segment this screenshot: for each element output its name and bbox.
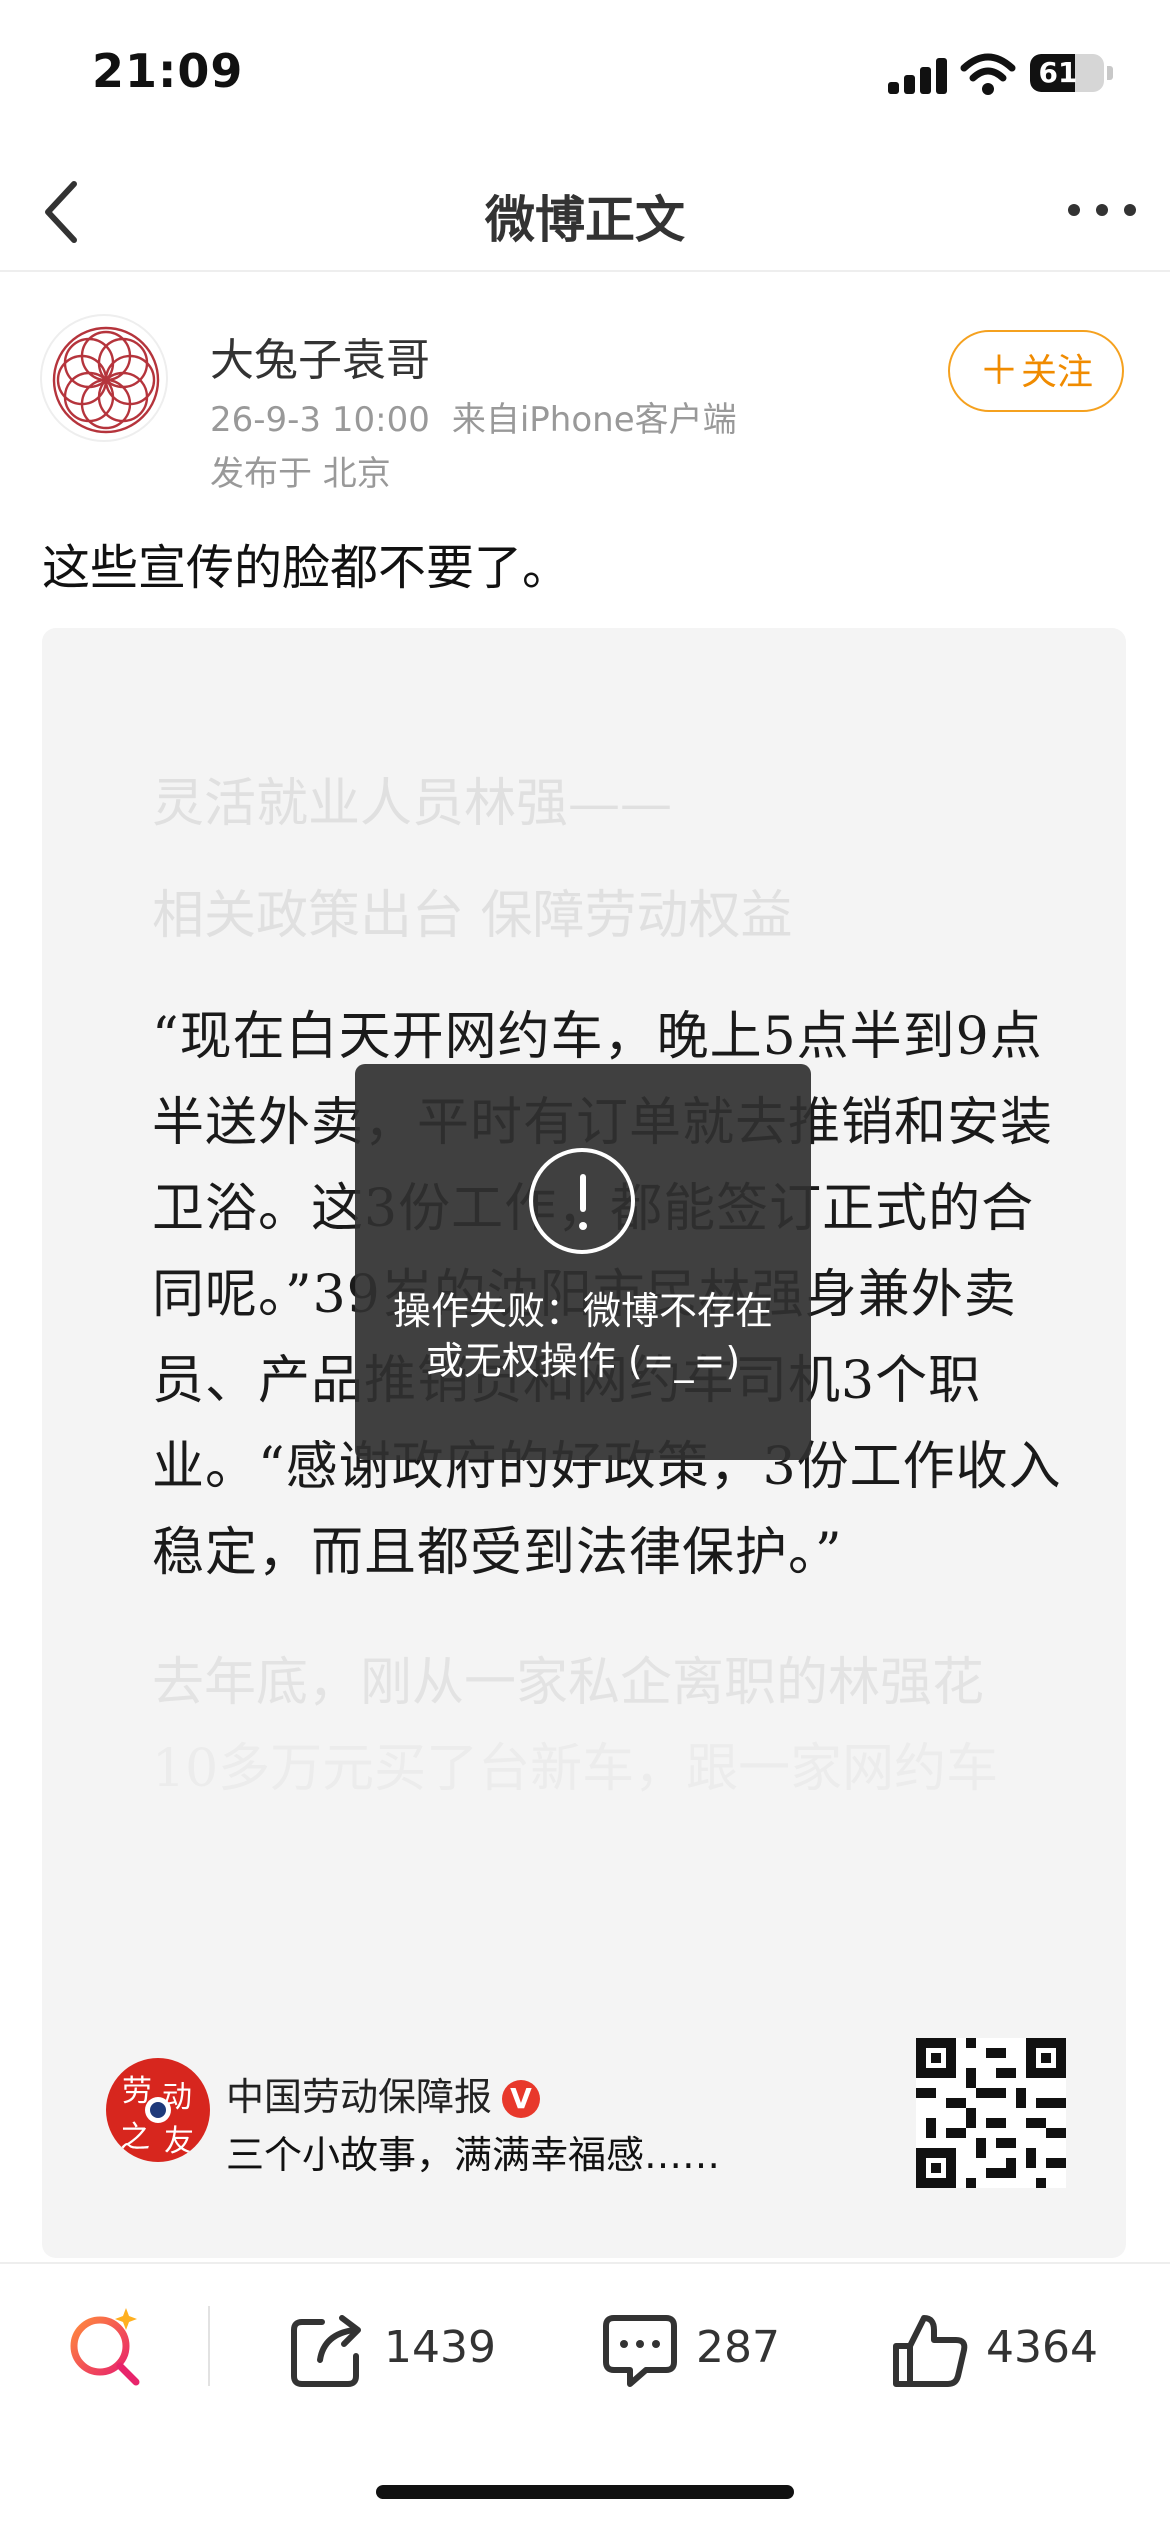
battery-percent: 61	[1038, 56, 1078, 89]
cellular-signal-icon	[888, 58, 948, 94]
avatar-flower-icon	[52, 326, 160, 434]
author-name[interactable]: 大兔子袁哥	[210, 324, 430, 388]
source-name: 中国劳动保障报 V	[226, 2066, 541, 2121]
status-icons: 61	[888, 50, 1113, 96]
home-indicator[interactable]	[376, 2485, 794, 2499]
post-time: 26-9-3 10:00	[210, 400, 430, 440]
page-title: 微博正文	[485, 191, 685, 249]
article-faded-paragraph-1: 去年底，刚从一家私企离职的林强花	[152, 1653, 985, 1713]
comment-button[interactable]: 287	[600, 2304, 800, 2394]
follow-label: 关注	[1020, 352, 1093, 393]
comment-icon	[603, 2315, 677, 2387]
nav-bar: 微博正文	[0, 150, 1170, 272]
wifi-icon	[960, 53, 1016, 95]
plus-icon: ＋	[978, 348, 1019, 394]
verified-badge-icon: V	[502, 2080, 541, 2118]
follow-button[interactable]: ＋关注	[948, 330, 1124, 412]
post-source: 来自iPhone客户端	[451, 400, 737, 440]
repost-count: 1439	[384, 2322, 496, 2373]
error-toast: 操作失败：微博不存在或无权操作 (=_=)	[355, 1064, 811, 1460]
post-location: 发布于 北京	[210, 454, 391, 494]
source-subtitle: 三个小故事，满满幸福感……	[226, 2133, 721, 2177]
battery-cap	[1107, 66, 1113, 80]
source-name-text: 中国劳动保障报	[226, 2075, 493, 2119]
bottom-toolbar: 1439 287 4364	[0, 2262, 1170, 2432]
toast-message: 操作失败：微博不存在或无权操作 (=_=)	[392, 1289, 773, 1383]
post-meta: 26-9-3 10:00 来自iPhone客户端	[210, 392, 737, 441]
like-button[interactable]: 4364	[890, 2304, 1110, 2394]
qr-code-icon	[916, 2038, 1066, 2188]
article-source: 劳动 之友 中国劳动保障报 V 三个小故事，满满幸福感……	[106, 2038, 1066, 2238]
post-text: 这些宣传的脸都不要了。	[42, 540, 571, 596]
author-avatar[interactable]	[40, 314, 168, 442]
repost-icon	[291, 2315, 361, 2387]
status-bar: 21:09 61	[0, 0, 1170, 150]
toolbar-divider	[208, 2306, 210, 2386]
thumbs-up-icon	[893, 2315, 968, 2387]
article-faded-title: 灵活就业人员林强——	[152, 774, 673, 834]
article-faded-subtitle: 相关政策出台 保障劳动权益	[152, 886, 793, 946]
repost-button[interactable]: 1439	[288, 2304, 508, 2394]
newspaper-logo: 劳动 之友	[106, 2058, 210, 2162]
comment-count: 287	[696, 2322, 780, 2373]
battery-icon: 61	[1030, 54, 1104, 92]
exclamation-circle-icon	[529, 1148, 635, 1254]
like-count: 4364	[986, 2322, 1098, 2373]
search-sparkle-icon[interactable]	[60, 2302, 150, 2392]
status-time: 21:09	[92, 44, 244, 98]
article-faded-paragraph-2: 10多万元买了台新车，跟一家网约车	[152, 1739, 999, 1799]
more-options-icon[interactable]	[1062, 180, 1142, 240]
